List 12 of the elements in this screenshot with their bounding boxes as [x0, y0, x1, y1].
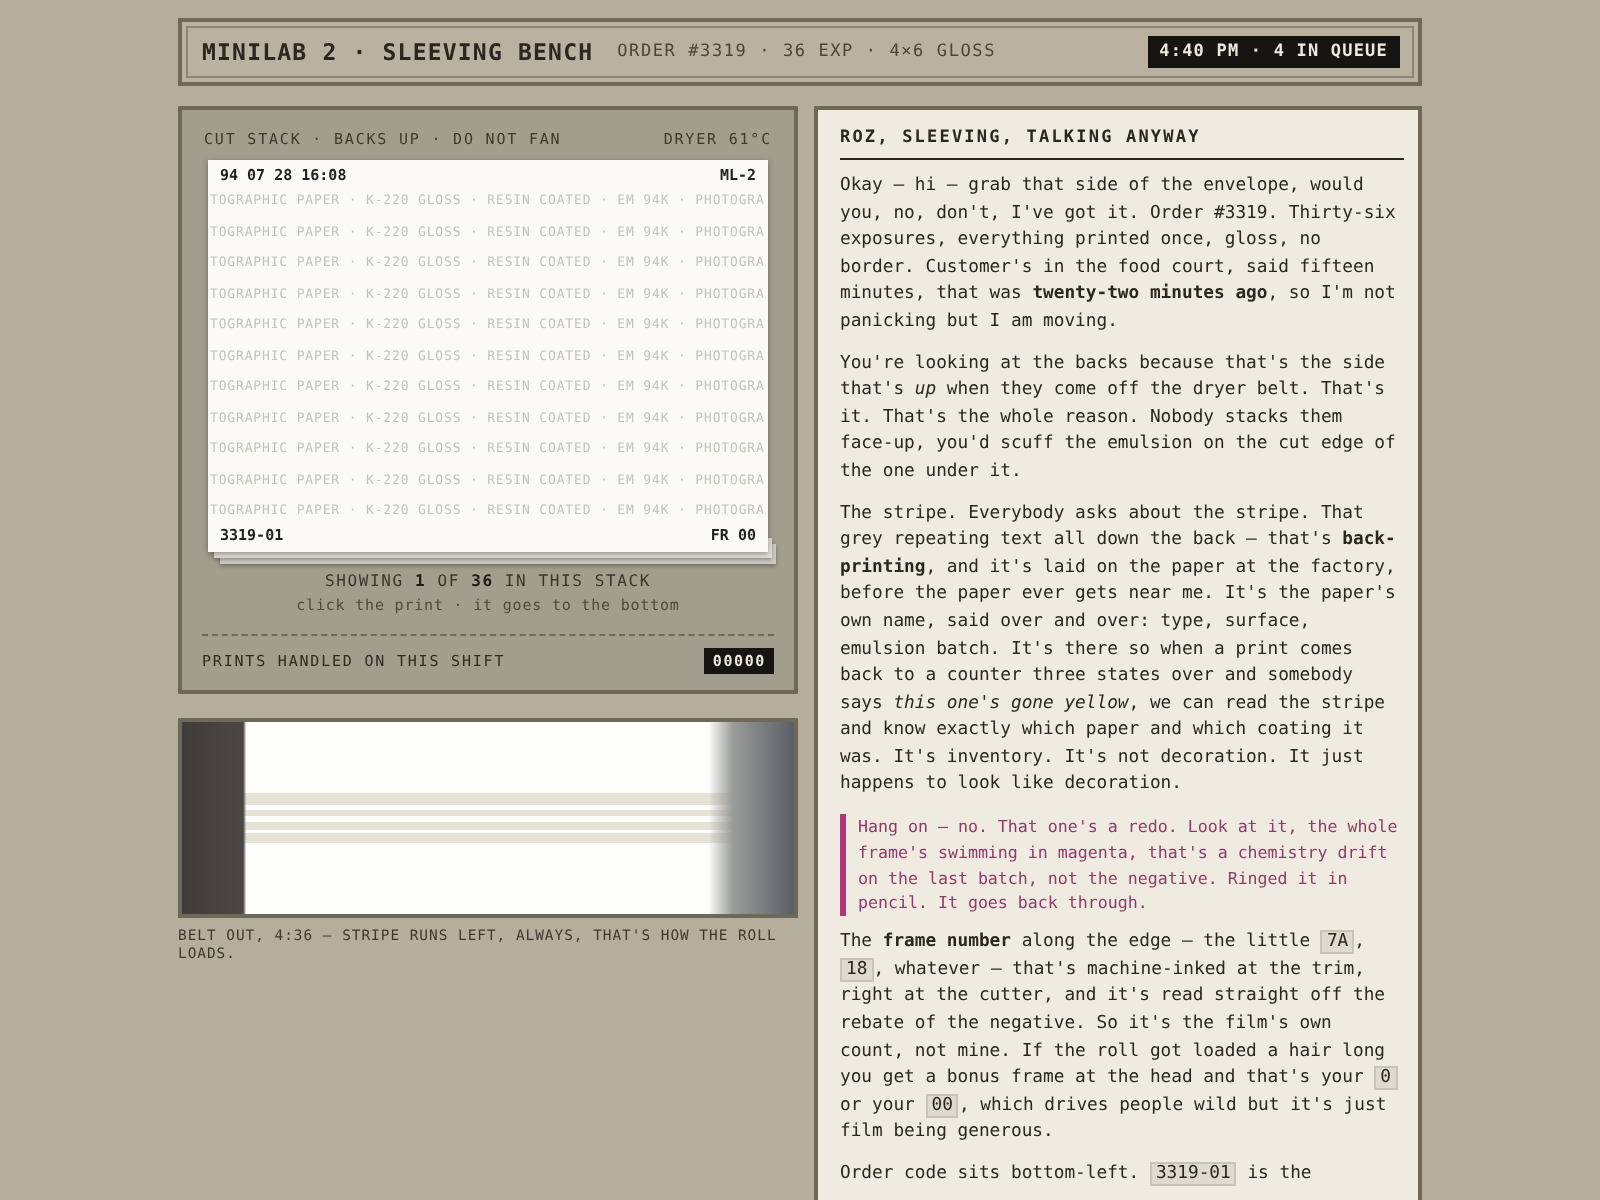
- paragraph: The stripe. Everybody asks about the stripe. That grey repeating text all down the back — that's back-printing, and it's laid on the paper at the factory, before the paper ever gets near me. It's the paper's own name, said over and over: type, surface, emulsion batch. It's there so when a print comes back to a counter three states over and somebody says this one's gone yellow, we can read the stripe and know exactly which paper and which coating it was. It's inventory. It's not decoration. It just happens to look like decoration.: [840, 501, 1398, 799]
- clock-badge: 4:40 PM · 4 IN QUEUE: [1147, 36, 1400, 68]
- app-title: MINILAB 2 · SLEEVING BENCH: [202, 38, 594, 66]
- paragraph: Order code sits bottom-left. 3319-01 is the: [840, 1162, 1314, 1190]
- panel-heading: ROZ, SLEEVING, TALKING ANYWAY: [840, 128, 1404, 160]
- order-summary: ORDER #3319 · 36 EXP · 4×6 GLOSS: [617, 42, 998, 62]
- print-back[interactable]: [208, 160, 768, 552]
- paragraph: Okay — hi — grab that side of the envelope, would you, no, don't, I've got it. Order #3319. Thirty-six exposures, everything printed once, gloss, no border. Customer's in the food court, said fifteen minutes, that was twenty-two minutes ago, so I'm not panicking but I am moving.: [840, 174, 1398, 336]
- paragraph: You're looking at the backs because that's the side that's up when they come off the dryer belt. That's it. That's the whole reason. Nobody stacks them face-up, you'd scuff the emulsion on the cut edge of the one under it.: [840, 351, 1398, 486]
- aside-note: Hang on — no. That one's a redo. Look at it, the whole frame's swimming in magenta, that's a chemistry drift on the last batch, not the negative. Ringed it in pencil. It goes back through.: [840, 814, 1404, 917]
- paragraph: The frame number along the edge — the little 7A , 18 , whatever — that's machine-inked at the trim, right at the cutter, and it's read straight off the rebate of the negative. So it's the film's own count, not mine. If the roll got loaded a hair long you get a bonus frame at the head and that's your 0 or your 00 , which drives people wild but it's just film being generous.: [840, 930, 1404, 1148]
- stack-count: SHOWING 1 OF 36 IN THIS STACK: [323, 572, 653, 590]
